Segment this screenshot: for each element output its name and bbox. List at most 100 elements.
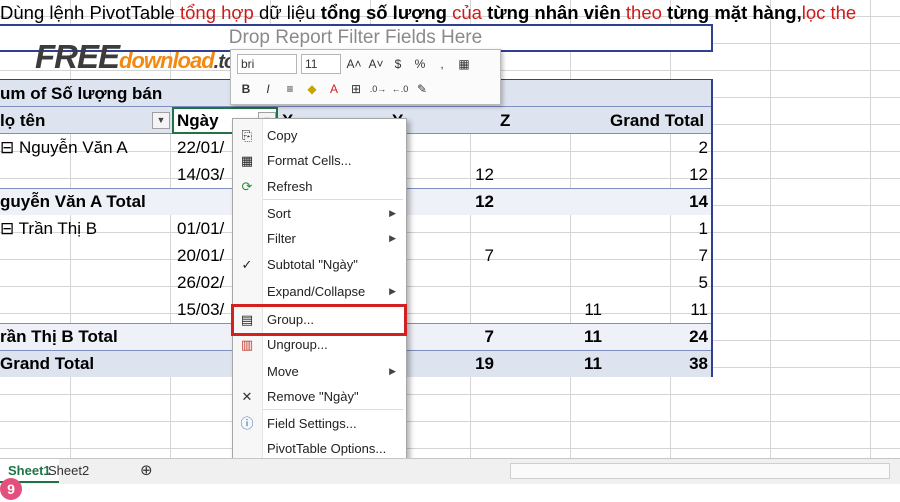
pivot-header-grand: Grand Total xyxy=(610,111,705,130)
format-cells-icon: ▦ xyxy=(240,153,254,168)
menu-item-label: Refresh xyxy=(267,179,313,194)
format-painter-table-icon[interactable]: ▦ xyxy=(455,54,473,74)
increase-font-icon[interactable]: A˄ xyxy=(345,54,363,74)
pivot-cell-z xyxy=(500,188,602,215)
italic-icon[interactable]: I xyxy=(259,79,277,99)
submenu-arrow-icon: ▶ xyxy=(389,208,396,218)
grand-total-grand: 38 xyxy=(689,354,708,373)
title-segment: tổng số lượng xyxy=(320,2,447,23)
menu-item-expand-collapse[interactable]: Expand/Collapse ▶ xyxy=(233,279,406,304)
align-center-icon[interactable]: ≡ xyxy=(281,79,299,99)
percent-style-icon[interactable]: % xyxy=(411,54,429,74)
pivot-cell-date: 14/03/ xyxy=(177,165,225,184)
pivot-cell-y xyxy=(400,134,494,161)
pivot-cell-z xyxy=(500,215,602,242)
mini-format-toolbar[interactable]: bri 11 A˄ A˅ $ % , ▦ B I ≡ ◆ A ⊞ .0→ ←.0… xyxy=(230,49,501,105)
menu-item-label: Copy xyxy=(267,128,298,143)
add-sheet-icon[interactable]: ⊕ xyxy=(132,459,161,483)
pivot-cell-date xyxy=(177,323,237,350)
context-menu[interactable]: ⎘ Copy ▦ Format Cells... ⟳ Refresh Sort ▶ Filter… xyxy=(232,118,407,486)
pivot-cell-name xyxy=(0,269,170,296)
comma-style-icon[interactable]: , xyxy=(433,54,451,74)
pivot-cell-date xyxy=(177,188,237,215)
pivot-cell-name: guyễn Văn A Total xyxy=(0,192,146,211)
increase-decimal-icon[interactable]: .0→ xyxy=(369,79,387,99)
pivot-cell-date: 01/01/ xyxy=(177,219,225,238)
menu-item-refresh[interactable]: ⟳ Refresh xyxy=(233,174,406,199)
pivot-cell-name xyxy=(0,296,170,323)
menu-item-label: Expand/Collapse xyxy=(267,284,366,299)
instruction-title: Dùng lệnh PivotTable tổng hợp dữ liệu tổ… xyxy=(0,0,900,25)
title-segment: từng nhân viên xyxy=(487,2,621,23)
bold-icon[interactable]: B xyxy=(237,79,255,99)
pivot-cell-z xyxy=(500,269,602,296)
pivot-header-name: lọ tên xyxy=(0,111,46,130)
freedownload-watermark-logo: FREEdownload.top xyxy=(35,38,247,75)
pivot-cell-name: ⊟ Nguyễn Văn A xyxy=(0,138,128,157)
pivot-header-date: Ngày xyxy=(177,111,219,130)
pivot-cell-y xyxy=(400,215,494,242)
pivot-values-label: um of Số lượng bán xyxy=(0,84,163,103)
pivot-cell-date: 26/02/ xyxy=(177,273,225,292)
grand-total-label: Grand Total xyxy=(0,354,95,373)
menu-item-label: Filter xyxy=(267,231,296,246)
borders-icon[interactable]: ⊞ xyxy=(347,79,365,99)
pivot-cell-grand: 14 xyxy=(689,192,708,211)
font-name-box[interactable]: bri xyxy=(237,54,297,74)
submenu-arrow-icon: ▶ xyxy=(389,233,396,243)
pivot-cell-grand: 1 xyxy=(698,219,708,238)
menu-item-move[interactable]: Move ▶ xyxy=(233,359,406,384)
pivot-cell-z xyxy=(500,161,602,188)
menu-item-remove-ng-y[interactable]: ✕ Remove "Ngày" xyxy=(233,384,406,409)
pivot-cell-y: 7 xyxy=(484,327,494,346)
pivot-cell-grand: 12 xyxy=(689,165,708,184)
menu-item-label: Move xyxy=(267,364,299,379)
tab-sheet2[interactable]: Sheet2 xyxy=(40,459,97,483)
pivot-cell-name xyxy=(0,161,170,188)
pivot-cell-date: 15/03/ xyxy=(177,300,225,319)
menu-item-copy[interactable]: ⎘ Copy xyxy=(233,123,406,148)
pivot-cell-name xyxy=(0,242,170,269)
pivot-cell-z: 11 xyxy=(584,327,602,346)
menu-item-sort[interactable]: Sort ▶ xyxy=(233,201,406,226)
submenu-arrow-icon: ▶ xyxy=(389,366,396,376)
fill-color-icon[interactable]: ◆ xyxy=(303,79,321,99)
copy-icon: ⎘ xyxy=(241,128,253,143)
font-size-box[interactable]: 11 xyxy=(301,54,341,74)
decrease-decimal-icon[interactable]: ←.0 xyxy=(391,79,409,99)
group-item-highlight xyxy=(231,304,407,336)
menu-item-subtotal-ng-y[interactable]: ✓ Subtotal "Ngày" xyxy=(233,252,406,277)
remove-icon: ✕ xyxy=(241,389,253,404)
menu-item-filter[interactable]: Filter ▶ xyxy=(233,226,406,251)
currency-format-icon[interactable]: $ xyxy=(389,54,407,74)
title-segment: lọc the xyxy=(801,2,857,23)
pivot-cell-z xyxy=(500,134,602,161)
submenu-arrow-icon: ▶ xyxy=(389,286,396,296)
format-painter-icon[interactable]: ✎ xyxy=(413,79,431,99)
menu-item-field-settings[interactable]: ⓘ Field Settings... xyxy=(233,411,406,436)
menu-item-label: Format Cells... xyxy=(267,153,352,168)
menu-item-label: Remove "Ngày" xyxy=(267,389,359,404)
title-segment: tổng hợp xyxy=(179,2,254,23)
pivot-cell-y xyxy=(400,296,494,323)
font-color-icon[interactable]: A xyxy=(325,79,343,99)
menu-item-label: Sort xyxy=(267,206,291,221)
pivot-cell-y xyxy=(400,269,494,296)
menu-item-format-cells[interactable]: ▦ Format Cells... xyxy=(233,148,406,173)
name-filter-dropdown-icon[interactable]: ▼ xyxy=(152,112,170,129)
horizontal-scrollbar[interactable] xyxy=(510,463,890,479)
grand-total-y: 19 xyxy=(475,354,494,373)
field-settings-icon: ⓘ xyxy=(240,416,254,431)
status-strip xyxy=(0,484,900,502)
pivot-cell-name: rần Thị B Total xyxy=(0,327,118,346)
pivot-cell-name: ⊟ Trần Thị B xyxy=(0,219,98,238)
title-segment: từng mặt hàng, xyxy=(667,2,802,23)
pivot-cell-z xyxy=(500,242,602,269)
pivot-cell-y: 12 xyxy=(475,192,494,211)
menu-separator xyxy=(263,199,403,200)
pivot-cell-date: 22/01/ xyxy=(177,138,225,157)
check-icon: ✓ xyxy=(241,257,253,272)
title-segment: theo xyxy=(620,2,668,23)
pivot-cell-grand: 2 xyxy=(698,138,708,157)
decrease-font-icon[interactable]: A˅ xyxy=(367,54,385,74)
